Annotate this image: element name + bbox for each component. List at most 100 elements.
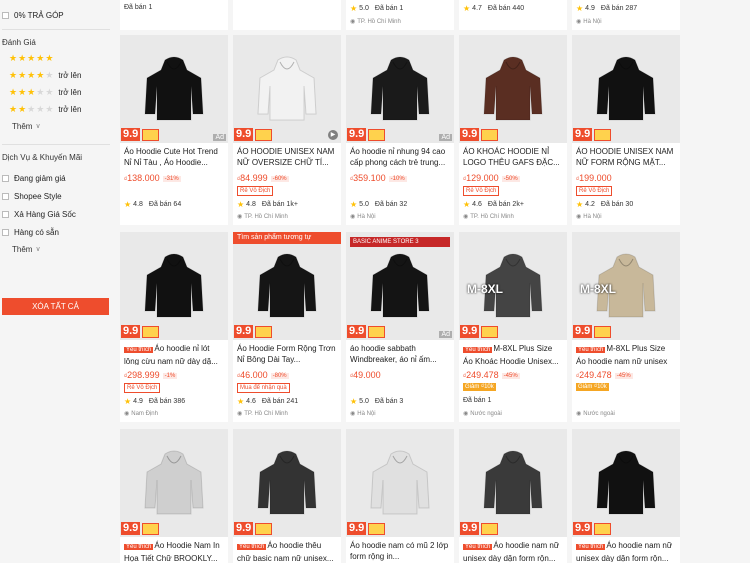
divider [2,144,110,145]
product-card-partial[interactable]: ★ 4.9 Đã bán 287 ◉ Hà Nội [572,0,680,30]
price-value: 84.999 [240,173,268,183]
checkbox[interactable] [2,192,9,200]
rating-filter-2[interactable]: ★ ★ ★ ★ ★ trở lên [0,101,112,118]
product-card[interactable]: Tìm sản phẩm tương tự 9.9 Áo Hoodie Form R… [233,232,341,422]
product-title[interactable]: Yêu thích Áo hoodie nỉ lót lông cừu nam n… [124,343,224,365]
product-title[interactable]: ÁO HOODIE UNISEX NAM NỮ FORM RỘNG MẶT... [576,146,676,168]
location-pin-icon: ◉ [463,411,469,417]
product-title-text: Áo Hoodie Cute Hot Trend Nỉ Nỉ Tàu , Áo … [124,147,218,167]
product-card[interactable]: BASIC ANIME STORE 3 9.9 Ad áo hoodie sabbat… [346,232,454,422]
product-title[interactable]: Áo hoodie nam có mũ 2 lớp form rộng in..… [350,540,450,562]
rating-more-button[interactable]: Thêm ∨ [0,118,112,134]
product-image[interactable]: 9.9 [572,35,680,143]
product-image[interactable]: 9.9 [233,429,341,537]
product-title[interactable]: Áo Hoodie Cute Hot Trend Nỉ Nỉ Tàu , Áo … [124,146,224,168]
price-value: 249.478 [466,370,499,380]
product-image[interactable]: BASIC ANIME STORE 3 9.9 Ad [346,232,454,340]
location-pin-icon: ◉ [463,214,469,220]
promo-tag: Rẻ Vô Địch [463,186,500,196]
product-title-text: ÁO KHOÁC HOODIE NỈ LOGO THÊU GAFS ĐẶC... [463,147,560,167]
product-title[interactable]: Yêu thích Áo hoodie nam nữ unisex dày dặn… [463,540,563,562]
checkbox[interactable] [2,210,9,218]
services-more-button[interactable]: Thêm ∨ [0,241,112,257]
product-card[interactable]: 9.9 ÁO KHOÁC HOODIE NỈ LOGO THÊU GAFS ĐẶC… [459,35,567,225]
checkbox[interactable] [2,174,9,182]
location-text: TP. Hồ Chí Minh [357,19,401,25]
product-image[interactable]: 9.9 Ad [346,35,454,143]
filter-tra-gop[interactable]: 0% TRẢ GÓP [0,7,112,23]
star-icon: ★ [9,70,18,80]
rating-value: 4.2 [585,201,595,208]
sale-sticker-icon [255,523,272,535]
product-card[interactable]: 9.9 Yêu thích Áo hoodie nỉ lót lông cừu na… [120,232,228,422]
product-title[interactable]: Áo Hoodie Form Rộng Trơn Nỉ Bông Dài Tay… [237,343,337,365]
product-image[interactable]: 9.9 [459,429,567,537]
product-card[interactable]: 9.9 Yêu thích Áo Hoodie Nam In Họa Tiết Ch… [120,429,228,563]
sale-sticker-icon [142,523,159,535]
rating-filter-4[interactable]: ★ ★ ★ ★ ★ trở lên [0,67,112,84]
promo-tag: Rẻ Vô Địch [237,186,274,196]
product-card[interactable]: 9.9 Yêu thích Áo hoodie thêu chữ basic nam… [233,429,341,563]
product-title[interactable]: áo hoodie sabbath Windbreaker, áo nỉ ấm.… [350,343,450,365]
product-card-partial[interactable]: ★ 4.7 Đã bán 440 [459,0,567,30]
product-card-partial[interactable] [233,0,341,30]
service-filter-item[interactable]: Xả Hàng Giá Sốc [0,205,112,223]
play-icon[interactable]: ▶ [328,130,338,140]
product-price: ₫298.999 -1% [124,370,178,380]
hoodie-image [144,56,204,121]
star-icon: ★ [463,4,471,13]
product-card[interactable]: 9.9 Áo hoodie nam có mũ 2 lớp form rộng i… [346,429,454,563]
sale-sticker-icon [142,129,159,141]
product-card-partial[interactable]: ★ 5.0 Đã bán 1 ◉ TP. Hồ Chí Minh [346,0,454,30]
product-image[interactable]: 9.9 [459,35,567,143]
product-card[interactable]: 9.9 ▶ ÁO HOODIE UNISEX NAM NỮ OVERSIZE CHỮ… [233,35,341,225]
rating-filter-3[interactable]: ★ ★ ★ ★ ★ trở lên [0,84,112,101]
product-image[interactable]: 9.9 ▶ [233,35,341,143]
product-image[interactable]: M-8XL 9.9 [572,232,680,340]
favorite-badge: Yêu thích [576,544,606,550]
product-card[interactable]: 9.9 Yêu thích Áo hoodie nam nữ unisex dày … [572,429,680,563]
ad-label: Ad [439,134,452,141]
sold-count: Đã bán 241 [261,398,299,405]
service-filter-item[interactable]: Đang giảm giá [0,169,112,187]
product-card[interactable]: M-8XL 9.9 Yêu thích M-8XL Plus Size Áo hood… [572,232,680,422]
checkbox[interactable] [2,228,9,236]
product-title[interactable]: ÁO KHOÁC HOODIE NỈ LOGO THÊU GAFS ĐẶC... [463,146,563,168]
product-title[interactable]: Yêu thích Áo Hoodie Nam In Họa Tiết Chữ B… [124,540,224,562]
checkbox[interactable] [2,11,9,19]
similar-products-banner[interactable]: Tìm sản phẩm tương tự [233,232,341,244]
product-card[interactable]: M-8XL 9.9 Yêu thích M-8XL Plus Size Áo Khoá… [459,232,567,422]
service-filter-label: Hàng có sẵn [14,227,59,237]
product-image[interactable]: 9.9 Ad [120,35,228,143]
sale-badge: 9.9 [121,128,141,141]
product-title[interactable]: ÁO HOODIE UNISEX NAM NỮ OVERSIZE CHỮ TÍ.… [237,146,337,168]
clear-all-button[interactable]: XÓA TẤT CẢ [2,298,109,315]
product-title[interactable]: Áo hoodie nỉ nhung 94 cao cấp phong cách… [350,146,450,168]
service-filter-label: Shopee Style [14,191,62,201]
product-image[interactable]: 9.9 [120,232,228,340]
product-card[interactable]: 9.9 Ad Áo hoodie nỉ nhung 94 cao cấp phong… [346,35,454,225]
product-image[interactable]: M-8XL 9.9 [459,232,567,340]
product-title[interactable]: Yêu thích Áo hoodie nam nữ unisex dày dặn… [576,540,676,562]
star-icon: ★ [27,53,36,63]
price-value: 138.000 [127,173,160,183]
rating-value: 4.8 [246,201,256,208]
star-icon: ★ [350,200,358,209]
product-card-partial[interactable]: Đã bán 1 [120,0,228,30]
product-image[interactable]: 9.9 [120,429,228,537]
service-filter-item[interactable]: Hàng có sẵn [0,223,112,241]
sold-count: Đã bán 386 [148,398,186,405]
product-title[interactable]: Yêu thích M-8XL Plus Size Áo Khoác Hoodie… [463,343,563,365]
product-image[interactable]: Tìm sản phẩm tương tự 9.9 [233,232,341,340]
product-card[interactable]: 9.9 Yêu thích Áo hoodie nam nữ unisex dày … [459,429,567,563]
hoodie-image [370,450,430,515]
service-filter-item[interactable]: Shopee Style [0,187,112,205]
product-card[interactable]: 9.9 Ad Áo Hoodie Cute Hot Trend Nỉ Nỉ Tàu … [120,35,228,225]
product-title[interactable]: Yêu thích M-8XL Plus Size Áo hoodie nam n… [576,343,676,365]
product-title[interactable]: Yêu thích Áo hoodie thêu chữ basic nam nữ… [237,540,337,562]
product-card[interactable]: 9.9 ÁO HOODIE UNISEX NAM NỮ FORM RỘNG MẶT… [572,35,680,225]
product-image[interactable]: 9.9 [346,429,454,537]
rating-filter-5[interactable]: ★ ★ ★ ★ ★ [0,50,112,67]
price-value: 298.999 [127,370,160,380]
product-image[interactable]: 9.9 [572,429,680,537]
